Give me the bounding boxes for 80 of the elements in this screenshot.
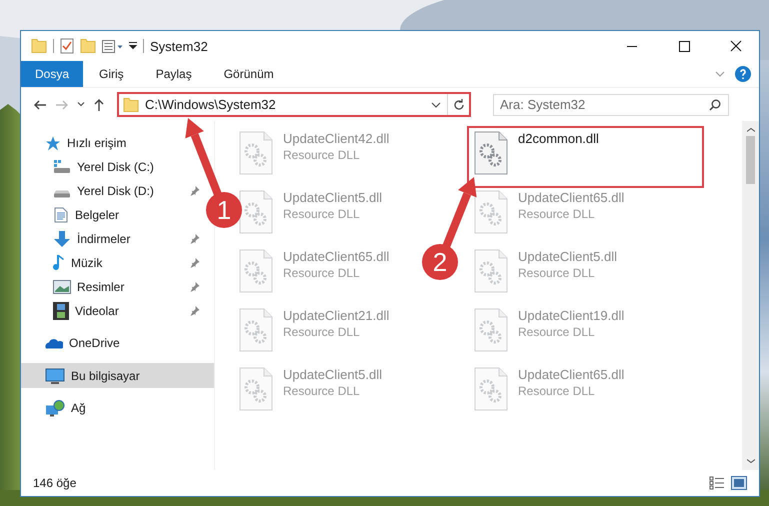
forward-arrow-icon (55, 98, 69, 110)
file-type: Resource DLL (283, 384, 361, 398)
file-type: Resource DLL (518, 207, 596, 221)
gear-file-icon (474, 190, 508, 234)
recent-locations-button[interactable] (75, 100, 87, 109)
scroll-down-icon[interactable] (746, 459, 754, 463)
gear-file-icon (474, 249, 508, 293)
sidebar-item[interactable]: Resimler (77, 280, 124, 294)
sidebar-item[interactable]: Videolar (75, 304, 119, 318)
gear-file-icon (239, 367, 273, 411)
monitor-icon (45, 368, 65, 384)
gear-file-icon (474, 367, 508, 411)
back-arrow-icon (33, 98, 47, 110)
scroll-up-icon[interactable] (746, 128, 754, 132)
sidebar-item[interactable]: Yerel Disk (D:) (77, 184, 154, 198)
expand-ribbon-icon[interactable] (715, 71, 725, 77)
file-name[interactable]: d2common.dll (518, 131, 599, 146)
file-type: Resource DLL (518, 384, 596, 398)
search-icon[interactable] (709, 98, 721, 110)
cloud-icon (45, 338, 63, 348)
dropdown-caret-icon[interactable] (129, 42, 137, 50)
search-field[interactable]: Ara: System32 (493, 94, 729, 116)
network-globe-icon (45, 400, 65, 416)
sidebar-item[interactable]: Müzik (71, 256, 102, 270)
music-note-icon (53, 254, 65, 272)
file-type: Resource DLL (283, 325, 361, 339)
ribbon-tab[interactable]: Paylaş (140, 61, 208, 87)
gear-file-icon (239, 249, 273, 293)
document-icon (53, 207, 69, 223)
file-type: Resource DLL (283, 148, 361, 162)
landscape-picture-icon (53, 280, 71, 294)
sidebar-item[interactable]: Belgeler (75, 208, 120, 222)
caret-icon (77, 102, 85, 107)
file-type: Resource DLL (283, 266, 361, 280)
star-icon (45, 136, 61, 150)
file-menu-tab[interactable]: Dosya (21, 61, 84, 87)
file-type: Resource DLL (518, 325, 596, 339)
close-icon (730, 40, 742, 52)
gear-file-icon (474, 131, 508, 175)
up-arrow-icon (93, 98, 105, 112)
properties-icon[interactable] (60, 38, 74, 54)
pin-icon[interactable] (190, 234, 200, 244)
file-type: Resource DLL (283, 207, 361, 221)
sidebar-item[interactable]: Ağ (71, 401, 86, 415)
help-icon[interactable] (735, 66, 751, 82)
folder-icon (123, 98, 139, 112)
large-icons-view-icon[interactable] (731, 476, 747, 490)
film-strip-icon (53, 302, 69, 320)
sidebar-item[interactable]: Hızlı erişim (67, 136, 126, 150)
pin-icon[interactable] (190, 186, 200, 196)
sidebar-item[interactable]: Yerel Disk (C:) (77, 160, 154, 174)
system-drive-icon (53, 160, 71, 174)
address-bar[interactable]: C:\Windows\System32 (117, 92, 471, 117)
folder-icon (31, 39, 47, 53)
dropdown-caret-icon[interactable] (431, 102, 441, 108)
window-title: System32 (150, 38, 208, 54)
gear-file-icon (239, 308, 273, 352)
pin-icon[interactable] (190, 258, 200, 268)
details-view-icon[interactable] (709, 476, 725, 490)
scroll-thumb[interactable] (746, 136, 755, 184)
drive-icon (53, 190, 71, 198)
gear-file-icon (239, 190, 273, 234)
sidebar-item[interactable]: Bu bilgisayar (21, 363, 214, 388)
highlighted-file-item[interactable]: d2common.dll (468, 127, 703, 187)
refresh-icon (452, 98, 464, 110)
item-count: 146 öğe (33, 476, 76, 490)
scrollbar[interactable] (742, 121, 759, 470)
sidebar-item[interactable]: İndirmeler (77, 232, 130, 246)
gear-file-icon (239, 131, 273, 175)
download-arrow-icon (53, 230, 71, 248)
sidebar-item[interactable]: OneDrive (69, 336, 120, 350)
pin-icon[interactable] (190, 306, 200, 316)
file-type: Resource DLL (518, 266, 596, 280)
ribbon-tab[interactable]: Giriş (83, 61, 140, 87)
view-options-icon[interactable] (102, 40, 123, 52)
gear-file-icon (474, 308, 508, 352)
new-folder-icon (80, 39, 96, 53)
pin-icon[interactable] (190, 282, 200, 292)
maximize-icon (678, 40, 690, 52)
ribbon-tab[interactable]: Görünüm (208, 61, 290, 87)
